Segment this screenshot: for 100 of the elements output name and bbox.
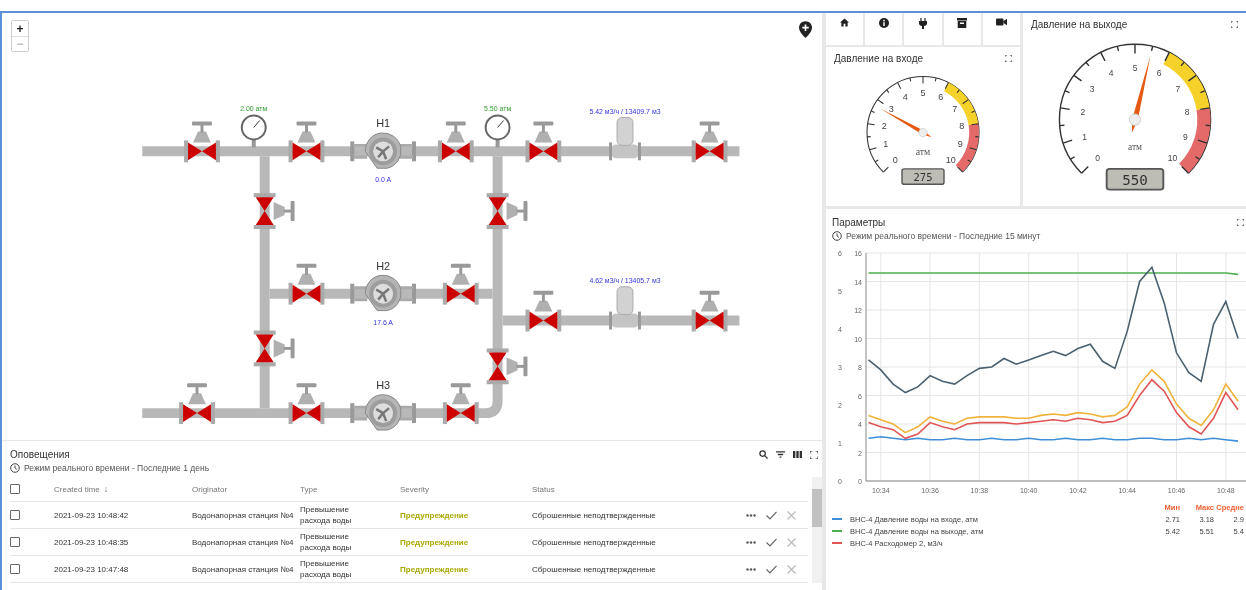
select-all-checkbox[interactable] (10, 484, 20, 494)
gauge-tick-label: 10 (1167, 152, 1177, 163)
needle-hub (1128, 113, 1141, 126)
column-header[interactable]: Originator (192, 484, 228, 494)
pump-icon (350, 132, 416, 169)
gauge-tick-label: 4 (902, 92, 908, 103)
valve-icon[interactable] (288, 383, 325, 425)
gauge-tick-label: 6 (1156, 68, 1161, 79)
gauge-tick-label: 1 (883, 139, 889, 150)
check-icon[interactable] (766, 537, 777, 547)
gauge-tick-label: 6 (938, 92, 944, 103)
valve-icon[interactable] (253, 193, 295, 229)
valve-icon[interactable] (184, 121, 220, 163)
gauge-tick-label: 1 (1081, 131, 1087, 142)
plug-button[interactable] (904, 13, 942, 45)
digital-display: 275 (901, 168, 945, 185)
row-checkbox[interactable] (10, 510, 20, 520)
table-cell-text: Превышение расхода воды (300, 504, 353, 526)
scrollbar[interactable] (812, 477, 822, 583)
valve-icon[interactable] (288, 263, 325, 305)
gauge-tick-label: 8 (959, 121, 965, 132)
fullscreen-icon[interactable] (1005, 55, 1012, 62)
gauge-tick-label: 5 (920, 88, 926, 99)
fullscreen-icon[interactable] (810, 450, 818, 459)
table-cell-text: Предупреждение (400, 564, 470, 574)
info-button[interactable] (865, 13, 903, 45)
digital-display: 550 (1105, 167, 1164, 191)
valve-icon[interactable] (437, 121, 474, 163)
valve-icon[interactable] (179, 383, 215, 425)
valve-icon[interactable] (691, 121, 728, 163)
home-icon (840, 18, 850, 27)
column-header[interactable]: Severity (400, 484, 429, 494)
add-marker-icon[interactable] (799, 21, 812, 38)
table-cell-text: 2021-09-23 10:48:35 (54, 537, 130, 547)
gauge-tick-label: 3 (888, 104, 894, 115)
table-cell-text: Предупреждение (400, 510, 470, 520)
valve-icon[interactable] (525, 121, 562, 163)
video-camera-icon (995, 18, 1007, 26)
table-cell-text: Водонапорная станция №4 (192, 564, 295, 574)
home-button[interactable] (826, 13, 864, 45)
panel-title: Параметры (832, 217, 886, 228)
columns-icon[interactable] (793, 450, 802, 459)
filter-icon[interactable] (776, 450, 785, 459)
info-icon (878, 18, 889, 28)
table-cell-text: Превышение расхода воды (300, 558, 353, 580)
column-header[interactable]: Status (532, 484, 555, 494)
gauge-tick-label: 2 (881, 121, 887, 132)
sort-arrow[interactable]: ↓ (103, 484, 109, 494)
valve-icon[interactable] (486, 348, 528, 385)
flow-meter-icon (609, 286, 641, 330)
needle-hub (918, 127, 928, 138)
pump-label: Н2 (376, 259, 391, 272)
table-cell-text: Сброшенные неподтвержденные (532, 537, 657, 547)
valve-icon[interactable] (442, 383, 479, 425)
column-header[interactable]: Created time (54, 484, 100, 494)
search-icon[interactable] (759, 450, 768, 459)
more-icon[interactable] (746, 540, 756, 544)
more-icon[interactable] (746, 567, 756, 571)
gauge-tick-label: 3 (1089, 84, 1095, 95)
valve-icon[interactable] (691, 290, 728, 332)
check-icon[interactable] (766, 510, 777, 520)
fullscreen-icon[interactable] (1237, 219, 1244, 226)
gauge-tick-label: 7 (1174, 84, 1180, 95)
valve-icon[interactable] (486, 193, 528, 229)
row-checkbox[interactable] (10, 564, 20, 574)
time-range-text: Режим реального времени - Последние 1 день (24, 463, 210, 473)
gauge-tick-label: 9 (1182, 131, 1188, 142)
table-cell-text: Сброшенные неподтвержденные (532, 564, 657, 574)
valve-icon[interactable] (288, 121, 325, 163)
table-cell-text: Сброшенные неподтвержденные (532, 510, 657, 520)
column-header[interactable]: Type (300, 484, 318, 494)
clock-icon (10, 463, 20, 473)
more-icon[interactable] (746, 513, 756, 517)
pump-icon (350, 274, 416, 312)
archive-icon (957, 18, 968, 28)
panel-title: Оповещения (10, 449, 70, 460)
row-checkbox[interactable] (10, 537, 20, 547)
valve-icon[interactable] (525, 290, 562, 332)
unit-label: атм (1127, 141, 1142, 152)
table-cell-text: Водонапорная станция №4 (192, 537, 295, 547)
time-range-text: Режим реального времени - Последние 15 минут (846, 231, 1041, 241)
gauge-tick-label: 5 (1132, 62, 1137, 73)
table-cell-text: Предупреждение (400, 537, 470, 547)
check-icon[interactable] (766, 564, 777, 574)
table-cell-text: Превышение расхода воды (300, 531, 353, 553)
panel-title: Давление на выходе (1031, 19, 1128, 30)
pump-label: Н1 (376, 117, 391, 130)
gauge-tick-label: 8 (1184, 107, 1190, 118)
gauge-tick-label: 2 (1079, 107, 1085, 118)
valve-icon[interactable] (253, 330, 295, 367)
gauge-tick-label: 7 (952, 104, 958, 115)
archive-button[interactable] (943, 13, 981, 45)
table-cell-text: 2021-09-23 10:48:42 (54, 510, 130, 520)
pump-icon (350, 394, 416, 431)
fullscreen-icon[interactable] (1231, 21, 1238, 28)
video-button[interactable] (982, 13, 1020, 45)
gauge-tick-label: 0 (1094, 152, 1100, 163)
valve-icon[interactable] (442, 263, 479, 305)
gauge-tick-label: 9 (957, 139, 963, 150)
flow-meter-icon (609, 117, 641, 161)
